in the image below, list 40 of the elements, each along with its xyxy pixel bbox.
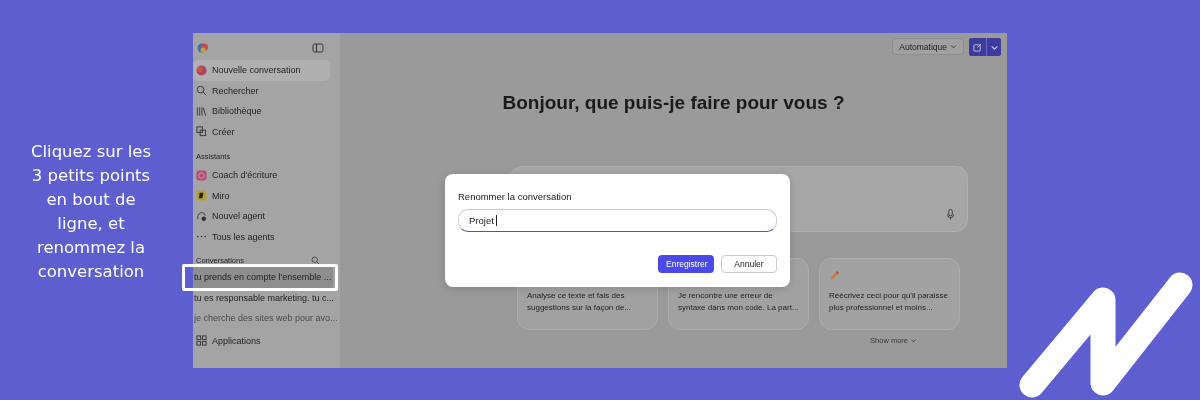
assistant-item[interactable]: Miro (193, 185, 330, 206)
pencil-icon (829, 270, 840, 281)
search-icon (196, 85, 207, 97)
apps-item[interactable]: Applications (193, 330, 330, 351)
chevron-down-icon (950, 43, 957, 50)
create-icon (196, 126, 207, 138)
greeting-heading: Bonjour, que puis-je faire pour vous ? (502, 92, 845, 114)
dropdown-button[interactable] (987, 38, 1001, 56)
nav-item[interactable]: Créer (193, 121, 330, 142)
agent-icon (196, 210, 207, 222)
mode-dropdown[interactable]: Automatique (892, 38, 964, 55)
sidebar-toggle-icon[interactable] (312, 42, 324, 54)
app-logo-icon (197, 42, 209, 54)
dialog-title: Renommer la conversation (458, 191, 573, 202)
apps-icon (196, 335, 207, 347)
conversation-item[interactable]: tu prends en compte l'ensemble ... (193, 267, 333, 288)
save-button[interactable]: Enregistrer (658, 255, 714, 273)
cancel-button[interactable]: Annuler (721, 255, 777, 273)
suggestion-text: Réécrivez ceci pour qu'il paraisse plus professionnel et moins... (829, 290, 949, 314)
assistant-item[interactable]: Nouvel agent (193, 206, 330, 227)
nav-item[interactable]: Nouvelle conversation (193, 60, 330, 81)
books-icon (196, 105, 207, 117)
suggestion-text: Je rencontre une erreur de syntaxe dans mon code. La part... (678, 290, 799, 314)
nav-item[interactable]: Bibliothèque (193, 101, 330, 122)
microphone-icon[interactable] (945, 209, 955, 220)
assistant-item[interactable]: Tous les agents (193, 226, 330, 247)
search-icon[interactable] (311, 256, 320, 265)
chevron-down-icon (910, 337, 917, 344)
conversation-item[interactable]: tu es responsable marketing. tu c... (193, 287, 333, 308)
edit-icon (973, 42, 982, 52)
name-input-field[interactable]: Projet (458, 209, 777, 232)
suggestion-text: Analyse ce texte et fais des suggestions sur la façon de... (527, 290, 633, 314)
miro-icon (196, 190, 207, 202)
suggestion-card[interactable]: Réécrivez ceci pour qu'il paraisse plus professionnel et moins... (819, 258, 960, 330)
assistant-item[interactable]: Coach d'écriture (193, 165, 330, 186)
coach-icon (196, 169, 207, 181)
instruction-text: Cliquez sur les 3 petits points en bout de ligne, et renommez la conversation (30, 141, 152, 283)
new-chat-button[interactable] (969, 38, 987, 56)
chat-logo-icon (196, 64, 207, 76)
nav-item[interactable]: Rechercher (193, 80, 330, 101)
